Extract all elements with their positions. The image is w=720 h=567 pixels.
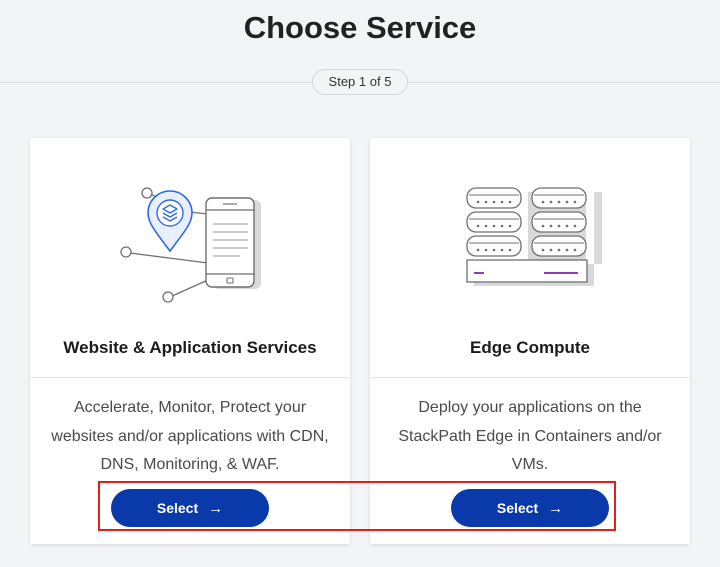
card-divider <box>370 377 690 378</box>
service-card-edge-compute[interactable]: Edge Compute Deploy your applications on… <box>370 138 690 544</box>
card-title: Edge Compute <box>470 338 590 357</box>
step-indicator: Step 1 of 5 <box>312 69 408 95</box>
arrow-right-icon: → <box>208 499 224 517</box>
server-stack-icon <box>370 176 690 326</box>
select-button-label: Select <box>496 500 539 516</box>
select-button-edge-compute[interactable]: Select → <box>451 489 609 527</box>
mobile-app-location-icon <box>30 176 350 326</box>
select-button-website-application[interactable]: Select → <box>111 489 269 527</box>
card-description: Accelerate, Monitor, Protect your websit… <box>51 399 329 473</box>
card-description: Deploy your applications on the StackPat… <box>398 399 662 473</box>
card-divider <box>30 377 350 378</box>
service-card-website-application[interactable]: Website & Application Services Accelerat… <box>30 138 350 544</box>
page-title: Choose Service <box>243 10 477 45</box>
arrow-right-icon: → <box>548 499 564 517</box>
card-title: Website & Application Services <box>63 338 317 357</box>
select-button-label: Select <box>156 500 199 516</box>
